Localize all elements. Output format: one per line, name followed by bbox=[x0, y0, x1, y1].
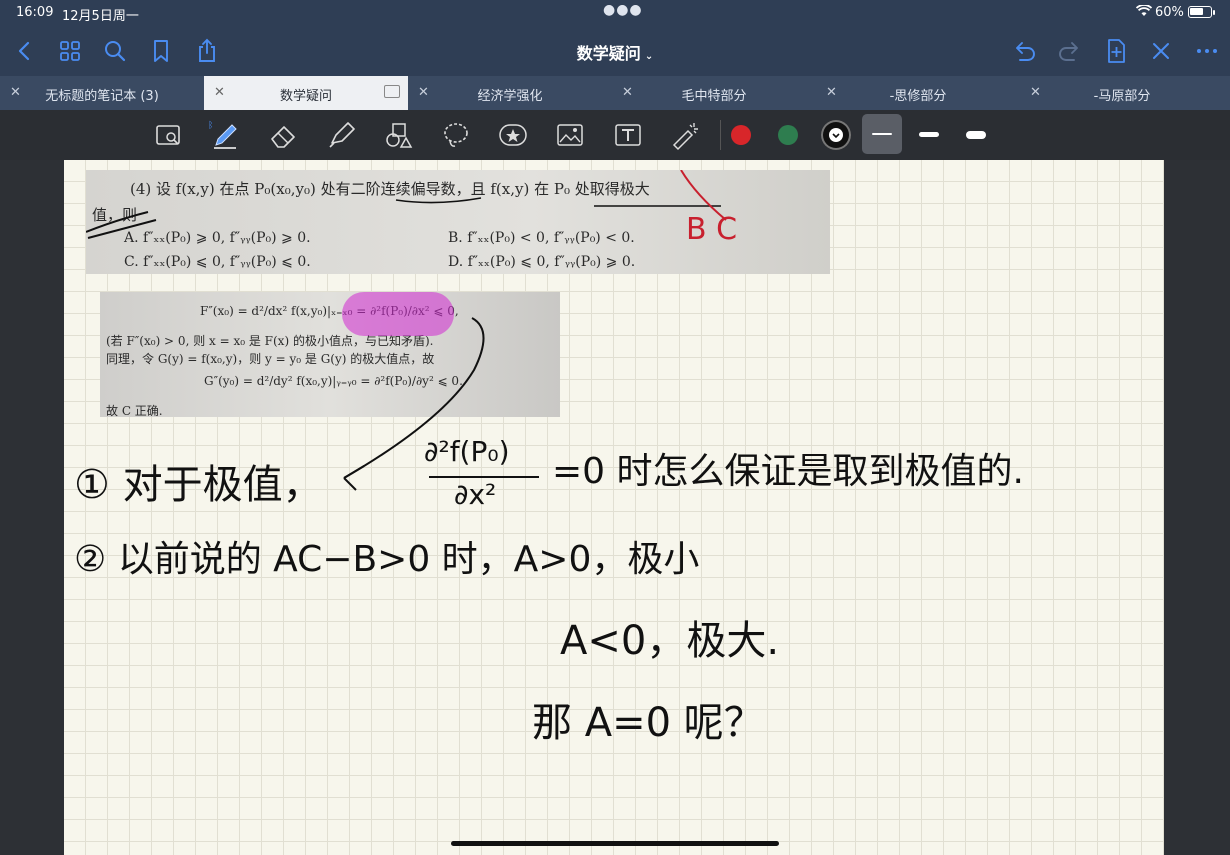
redo-icon[interactable] bbox=[1055, 36, 1085, 66]
stroke-medium-button[interactable] bbox=[909, 114, 949, 154]
home-indicator[interactable] bbox=[451, 841, 779, 846]
handwriting-line-1b: =0 时怎么保证是取到极值的. bbox=[552, 451, 1024, 492]
tab-notebook-4[interactable]: ✕ 毛中特部分 bbox=[612, 76, 816, 110]
handwriting-line-1a: ① 对于极值， bbox=[74, 462, 323, 508]
wifi-icon bbox=[1135, 4, 1153, 21]
shapes-icon[interactable] bbox=[381, 119, 415, 151]
close-icon[interactable] bbox=[1146, 36, 1176, 66]
stroke-thick-button[interactable] bbox=[956, 114, 996, 154]
handwriting-fraction-numerator: ∂²f(P₀) bbox=[424, 435, 510, 468]
status-time: 16:09 bbox=[16, 5, 54, 20]
tab-notebook-2[interactable]: ✕ 数学疑问 bbox=[204, 76, 408, 110]
drawing-toolbar: ᛒ bbox=[0, 110, 1230, 160]
pen-icon[interactable]: ᛒ bbox=[208, 119, 242, 151]
handwriting-fraction-denominator: ∂x² bbox=[454, 478, 497, 511]
toolbar-divider bbox=[720, 120, 721, 150]
color-red-swatch[interactable] bbox=[731, 125, 751, 145]
highlighter-icon[interactable] bbox=[324, 119, 358, 151]
laser-pointer-icon[interactable] bbox=[668, 119, 702, 151]
lasso-icon[interactable] bbox=[439, 119, 473, 151]
eraser-icon[interactable] bbox=[266, 119, 300, 151]
multitask-dots-icon[interactable]: ●●● bbox=[603, 2, 643, 18]
document-title[interactable]: 数学疑问 ⌄ bbox=[0, 40, 1230, 64]
tab-notebook-6[interactable]: ✕ -马原部分 bbox=[1020, 76, 1224, 110]
more-icon[interactable] bbox=[1192, 36, 1222, 66]
battery-percent: 60% bbox=[1155, 5, 1184, 20]
lasso-zoom-icon[interactable] bbox=[152, 119, 186, 151]
note-page[interactable]: (4) 设 f(x,y) 在点 P₀(x₀,y₀) 处有二阶连续偏导数，且 f(… bbox=[64, 160, 1164, 855]
status-bar: 16:09 12月5日周一 ●●● 60% bbox=[0, 0, 1230, 26]
stroke-thin-button[interactable] bbox=[862, 114, 902, 154]
note-canvas[interactable]: (4) 设 f(x,y) 在点 P₀(x₀,y₀) 处有二阶连续偏导数，且 f(… bbox=[0, 160, 1230, 855]
color-black-swatch-selected[interactable] bbox=[821, 120, 851, 150]
sticker-icon[interactable] bbox=[496, 119, 530, 151]
tab-notebook-5[interactable]: ✕ -思修部分 bbox=[816, 76, 1020, 110]
handwriting-line-3: A<0，极大. bbox=[560, 618, 780, 664]
text-icon[interactable] bbox=[611, 119, 645, 151]
undo-icon[interactable] bbox=[1009, 36, 1039, 66]
split-view-icon[interactable] bbox=[384, 85, 400, 98]
battery-icon bbox=[1188, 6, 1212, 18]
tab-notebook-3[interactable]: ✕ 经济学强化 bbox=[408, 76, 612, 110]
color-green-swatch[interactable] bbox=[778, 125, 798, 145]
svg-text:ᛒ: ᛒ bbox=[208, 120, 213, 131]
navigation-bar: 数学疑问 ⌄ bbox=[0, 26, 1230, 76]
add-page-icon[interactable] bbox=[1101, 36, 1131, 66]
tab-notebook-1[interactable]: ✕ 无标题的笔记本 (3) bbox=[0, 76, 204, 110]
notebook-tab-bar: ✕ 无标题的笔记本 (3) ✕ 数学疑问 ✕ 经济学强化 ✕ 毛中特部分 ✕ -思修部分 … bbox=[0, 76, 1230, 110]
handwriting-line-2: ② 以前说的 AC−B>0 时，A>0，极小 bbox=[74, 539, 700, 580]
status-date: 12月5日周一 bbox=[62, 9, 139, 24]
handwriting-line-4: 那 A=0 呢？ bbox=[532, 700, 764, 746]
image-icon[interactable] bbox=[553, 119, 587, 151]
